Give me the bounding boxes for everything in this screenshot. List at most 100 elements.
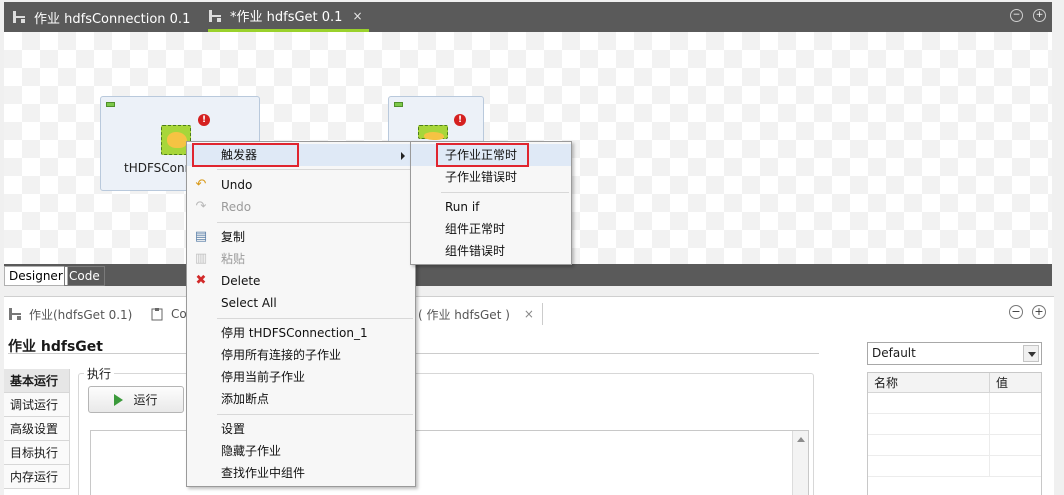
menu-item-deactivate-component[interactable]: 停用 tHDFSConnection_1 bbox=[187, 322, 415, 344]
menu-item-find-component[interactable]: 查找作业中组件 bbox=[187, 462, 415, 484]
scrollbar[interactable] bbox=[792, 431, 808, 495]
highlight-box bbox=[192, 143, 299, 167]
context-select[interactable]: Default bbox=[867, 342, 1042, 365]
run-button-label: 运行 bbox=[133, 393, 158, 407]
menu-item-redo[interactable]: ↷ Redo bbox=[187, 196, 415, 218]
context-table: 名称 值 bbox=[867, 372, 1042, 495]
clipboard-icon bbox=[151, 308, 163, 321]
menu-item-label: 查找作业中组件 bbox=[221, 466, 306, 480]
minimize-icon[interactable]: − bbox=[1010, 9, 1023, 22]
chevron-right-icon bbox=[401, 152, 405, 160]
menu-item-label: Select All bbox=[221, 296, 277, 310]
minimize-icon[interactable]: − bbox=[1009, 305, 1023, 319]
menu-item-label: Undo bbox=[221, 178, 253, 192]
tab-label: 作业(hdfsGet 0.1) bbox=[29, 307, 133, 322]
undo-icon: ↶ bbox=[195, 177, 207, 192]
highlight-box bbox=[436, 143, 529, 167]
nav-memory-run[interactable]: 内存运行 bbox=[4, 465, 70, 489]
table-row bbox=[868, 456, 1041, 477]
table-row bbox=[868, 414, 1041, 435]
column-value-header: 值 bbox=[996, 376, 1009, 390]
submenu-item-on-component-error[interactable]: 组件错误时 bbox=[411, 240, 571, 262]
tab-component-view[interactable]: Co bbox=[150, 304, 187, 324]
tab-job-view[interactable]: 作业(hdfsGet 0.1) bbox=[8, 304, 132, 324]
copy-icon: ▤ bbox=[194, 229, 208, 244]
tab-designer[interactable]: Designer bbox=[4, 266, 68, 286]
job-icon bbox=[9, 308, 21, 320]
menu-item-undo[interactable]: ↶ Undo bbox=[187, 174, 415, 196]
menu-item-paste[interactable]: ▥ 粘贴 bbox=[187, 248, 415, 270]
delete-icon: ✖ bbox=[195, 273, 207, 288]
job-icon bbox=[209, 9, 221, 22]
play-icon bbox=[114, 393, 124, 406]
tab-run-view[interactable]: ( 作业 hdfsGet ) × bbox=[418, 303, 543, 325]
subjob-collapse-icon[interactable] bbox=[394, 102, 403, 107]
hdfs-elephant-icon[interactable] bbox=[418, 125, 448, 140]
context-select-value: Default bbox=[872, 346, 916, 360]
menu-separator bbox=[217, 318, 413, 319]
redo-icon: ↷ bbox=[195, 199, 207, 214]
menu-item-settings[interactable]: 设置 bbox=[187, 418, 415, 440]
menu-item-label: 子作业错误时 bbox=[445, 170, 518, 184]
tab-hdfsget[interactable]: *作业 hdfsGet 0.1 × bbox=[208, 2, 369, 32]
menu-item-label: 粘贴 bbox=[221, 252, 246, 266]
menu-item-deactivate-subjob[interactable]: 停用当前子作业 bbox=[187, 366, 415, 388]
nav-basic-run[interactable]: 基本运行 bbox=[4, 369, 70, 393]
menu-item-label: Delete bbox=[221, 274, 261, 288]
menu-item-hide-subjob[interactable]: 隐藏子作业 bbox=[187, 440, 415, 462]
tab-hdfsconnection[interactable]: 作业 hdfsConnection 0.1 bbox=[12, 2, 190, 32]
menu-separator bbox=[217, 169, 413, 170]
run-panel: 作业(hdfsGet 0.1) Co ( 作业 hdfsGet ) × − + … bbox=[4, 296, 1054, 495]
nav-debug-run[interactable]: 调试运行 bbox=[4, 393, 70, 417]
menu-item-label: Run if bbox=[445, 200, 480, 214]
paste-icon: ▥ bbox=[194, 251, 208, 266]
maximize-icon[interactable]: + bbox=[1032, 305, 1046, 319]
menu-item-label: 停用 tHDFSConnection_1 bbox=[221, 326, 368, 340]
menu-item-label: 隐藏子作业 bbox=[221, 444, 282, 458]
tab-label: Co bbox=[171, 307, 187, 321]
menu-item-deactivate-all-subjobs[interactable]: 停用所有连接的子作业 bbox=[187, 344, 415, 366]
error-icon: ! bbox=[454, 114, 466, 126]
submenu-item-on-subjob-error[interactable]: 子作业错误时 bbox=[411, 166, 571, 188]
context-menu: 触发器 ↶ Undo ↷ Redo ▤ 复制 ▥ 粘贴 ✖ Delete Sel… bbox=[186, 141, 416, 487]
menu-item-label: 组件错误时 bbox=[445, 244, 506, 258]
menu-item-add-breakpoint[interactable]: 添加断点 bbox=[187, 388, 415, 410]
table-row bbox=[868, 435, 1041, 456]
menu-item-label: 添加断点 bbox=[221, 392, 270, 406]
table-row bbox=[868, 393, 1041, 414]
chevron-down-icon[interactable] bbox=[1023, 345, 1039, 362]
menu-separator bbox=[441, 192, 569, 193]
menu-item-label: 停用所有连接的子作业 bbox=[221, 348, 342, 362]
menu-item-label: Redo bbox=[221, 200, 252, 214]
column-name-header: 名称 bbox=[868, 373, 990, 392]
tab-label: 作业 hdfsConnection 0.1 bbox=[34, 11, 191, 27]
submenu-item-run-if[interactable]: Run if bbox=[411, 196, 571, 218]
exec-legend: 执行 bbox=[84, 365, 115, 382]
menu-separator bbox=[217, 222, 413, 223]
menu-separator bbox=[217, 414, 413, 415]
run-mode-nav: 基本运行 调试运行 高级设置 目标执行 内存运行 bbox=[4, 369, 70, 489]
menu-item-label: 设置 bbox=[221, 422, 246, 436]
error-icon: ! bbox=[198, 114, 210, 126]
submenu-item-on-component-ok[interactable]: 组件正常时 bbox=[411, 218, 571, 240]
menu-item-copy[interactable]: ▤ 复制 bbox=[187, 226, 415, 248]
close-icon[interactable]: × bbox=[352, 9, 362, 23]
tab-code[interactable]: Code bbox=[64, 266, 105, 286]
job-icon bbox=[13, 11, 25, 23]
editor-tab-bar: 作业 hdfsConnection 0.1 *作业 hdfsGet 0.1 × … bbox=[4, 2, 1052, 32]
nav-target-exec[interactable]: 目标执行 bbox=[4, 441, 70, 465]
maximize-icon[interactable]: + bbox=[1033, 9, 1046, 22]
menu-item-label: 组件正常时 bbox=[445, 222, 506, 236]
menu-item-label: 停用当前子作业 bbox=[221, 370, 306, 384]
nav-advanced-settings[interactable]: 高级设置 bbox=[4, 417, 70, 441]
table-header: 名称 值 bbox=[868, 373, 1041, 393]
tab-label: *作业 hdfsGet 0.1 bbox=[230, 10, 343, 25]
tab-label: ( 作业 hdfsGet ) bbox=[418, 307, 510, 322]
run-button[interactable]: 运行 bbox=[88, 386, 184, 413]
menu-item-label: 复制 bbox=[221, 230, 246, 244]
subjob-collapse-icon[interactable] bbox=[106, 102, 115, 107]
close-icon[interactable]: × bbox=[524, 307, 534, 321]
menu-item-delete[interactable]: ✖ Delete bbox=[187, 270, 415, 292]
component-label: tHDFSConn bbox=[124, 161, 193, 175]
menu-item-select-all[interactable]: Select All bbox=[187, 292, 415, 314]
